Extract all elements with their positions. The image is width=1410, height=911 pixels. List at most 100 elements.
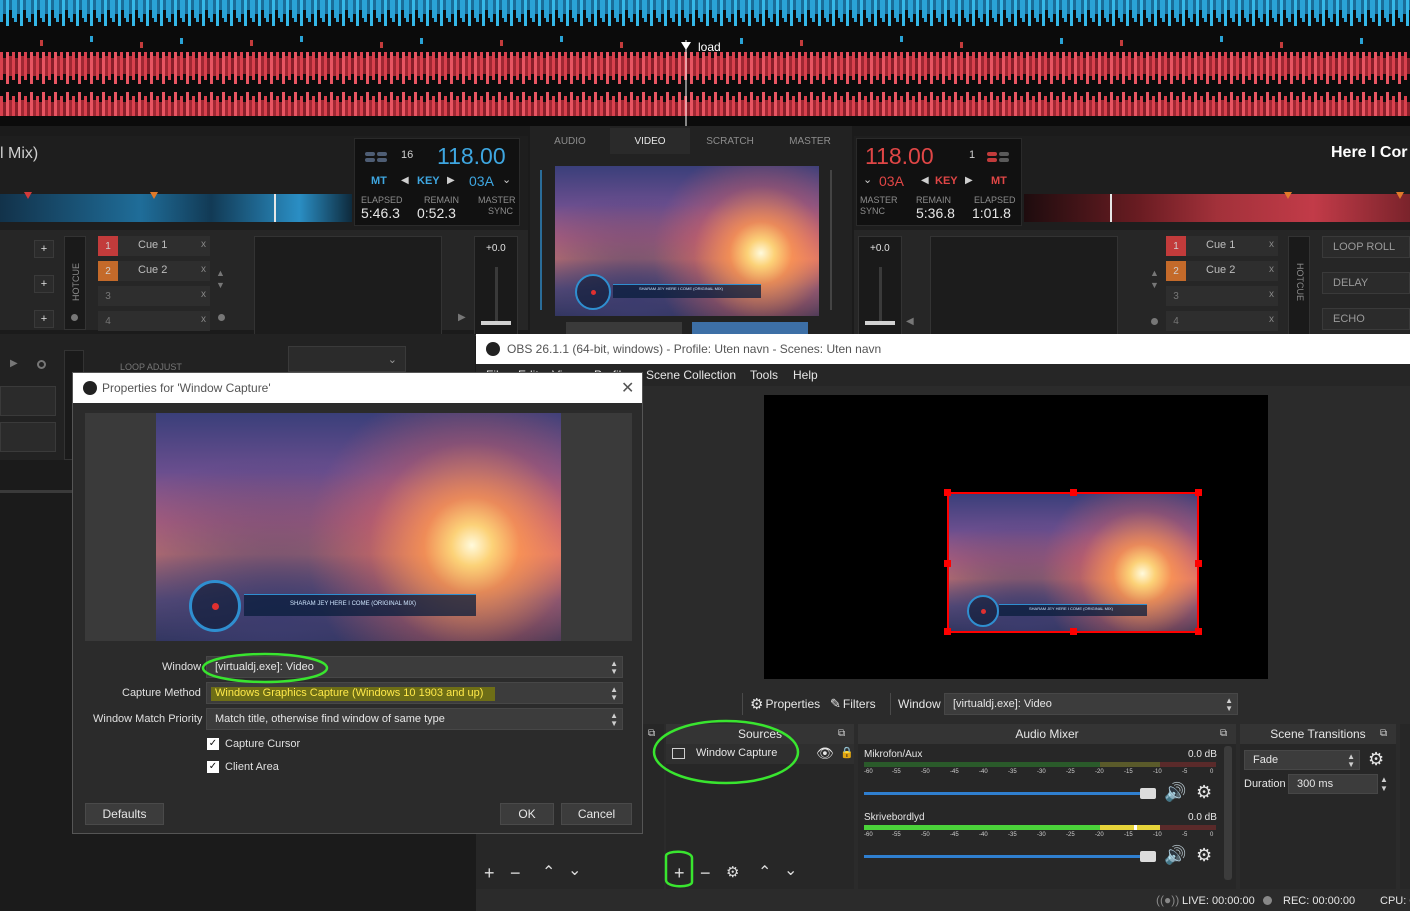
undock-icon[interactable]: ⧉ <box>1380 728 1387 739</box>
key-up-icon[interactable]: ▶ <box>447 175 455 186</box>
key-down-icon[interactable]: ◀ <box>401 175 409 186</box>
gear-icon[interactable]: ⚙ <box>726 864 739 882</box>
filters-button[interactable]: ✎ Filters <box>830 695 876 713</box>
window-select[interactable]: [virtualdj.exe]: Video ▲ ▼ <box>944 693 1238 715</box>
deck-left-mt[interactable]: MT <box>371 175 387 187</box>
resize-handle[interactable] <box>944 628 951 635</box>
speaker-icon[interactable]: 🔊 <box>1164 845 1186 866</box>
resize-handle[interactable] <box>1195 560 1202 567</box>
key-up-icon[interactable]: ▶ <box>965 175 973 186</box>
speaker-icon[interactable]: 🔊 <box>1164 782 1186 803</box>
cue-row[interactable]: 1 Cue 1 x <box>98 236 210 256</box>
selected-source-preview[interactable]: SHARAM JEY HERE I COME (ORIGINAL MIX) <box>944 489 1202 635</box>
defaults-button[interactable]: Defaults <box>85 803 164 825</box>
cue-row[interactable]: 2 Cue 2 x <box>98 261 210 281</box>
lock-icon[interactable]: 🔒 <box>840 746 854 759</box>
deck-right-mt[interactable]: MT <box>991 175 1007 187</box>
gear-icon[interactable]: ⚙ <box>1368 749 1384 770</box>
close-icon[interactable]: x <box>201 314 206 325</box>
plus-button[interactable]: + <box>34 310 54 328</box>
pitch-handle[interactable] <box>481 321 511 325</box>
gear-icon[interactable]: ⚙ <box>1196 845 1212 866</box>
video-control-button[interactable] <box>692 322 808 334</box>
menu-help[interactable]: Help <box>793 368 818 382</box>
mixer-scrollbar[interactable] <box>1224 746 1232 880</box>
master-label[interactable]: MASTER <box>478 195 516 205</box>
play-arrow-icon[interactable]: ▶ <box>10 358 18 369</box>
play-arrow-icon[interactable]: ◀ <box>906 316 914 327</box>
master-label[interactable]: MASTER <box>860 195 898 205</box>
cancel-button[interactable]: Cancel <box>561 803 632 825</box>
tab-scratch[interactable]: SCRATCH <box>690 128 770 154</box>
scroll-down-icon[interactable]: ▼ <box>1150 280 1159 290</box>
resize-handle[interactable] <box>1195 628 1202 635</box>
deck-left-mini-waveform[interactable] <box>0 192 352 222</box>
deck-left-key[interactable]: 03A <box>469 173 494 189</box>
deck-right-mini-waveform[interactable] <box>1024 192 1410 222</box>
tab-master[interactable]: MASTER <box>770 128 850 154</box>
close-icon[interactable]: x <box>1269 264 1274 275</box>
close-icon[interactable]: x <box>201 239 206 250</box>
eye-icon[interactable]: 👁 <box>816 745 834 762</box>
remove-icon[interactable]: − <box>510 864 521 882</box>
undock-icon[interactable]: ⧉ <box>838 728 845 739</box>
close-icon[interactable]: x <box>201 289 206 300</box>
pad-area[interactable] <box>930 236 1118 340</box>
sync-label[interactable]: SYNC <box>488 206 513 216</box>
dot-icon[interactable] <box>218 314 225 321</box>
cue-row[interactable]: 1 Cue 1 x <box>1166 236 1278 256</box>
move-down-icon[interactable]: ⌄ <box>784 862 797 880</box>
side-button[interactable] <box>0 386 56 416</box>
pitch-fader[interactable]: +0.0 <box>474 236 518 336</box>
deck-right-key-label[interactable]: KEY <box>935 175 958 187</box>
transition-select[interactable]: Fade ▲ ▼ <box>1244 750 1360 770</box>
resize-handle[interactable] <box>1070 628 1077 635</box>
volume-handle[interactable] <box>1140 788 1156 799</box>
deck-left-key-label[interactable]: KEY <box>417 175 440 187</box>
sync-icon[interactable] <box>365 151 391 162</box>
cue-row[interactable]: 3 x <box>1166 286 1278 306</box>
effect-button[interactable]: ECHO <box>1322 308 1410 330</box>
plus-button[interactable]: + <box>34 275 54 293</box>
chevron-updown-icon[interactable]: ▲ ▼ <box>1380 775 1388 793</box>
window-match-priority-select[interactable]: Match title, otherwise find window of sa… <box>206 708 623 730</box>
close-icon[interactable]: x <box>1269 314 1274 325</box>
play-arrow-icon[interactable]: ▶ <box>458 312 466 323</box>
plus-button[interactable]: + <box>34 240 54 258</box>
close-icon[interactable]: x <box>1269 239 1274 250</box>
sync-icon[interactable] <box>987 151 1013 162</box>
effect-button[interactable]: LOOP ROLL <box>1322 236 1410 258</box>
scroll-up-icon[interactable]: ▲ <box>216 268 225 278</box>
remove-icon[interactable]: − <box>700 864 711 882</box>
resize-handle[interactable] <box>944 489 951 496</box>
pitch-handle[interactable] <box>865 321 895 325</box>
deck-left-bpm[interactable]: 118.00 <box>437 143 506 170</box>
volume-slider[interactable] <box>864 787 1156 801</box>
deck-right-bpm[interactable]: 118.00 <box>865 143 934 170</box>
cue-row[interactable]: 4 x <box>1166 311 1278 331</box>
resize-handle[interactable] <box>1070 489 1077 496</box>
menu-scene-collection[interactable]: Scene Collection <box>646 368 736 382</box>
obs-preview-canvas[interactable]: SHARAM JEY HERE I COME (ORIGINAL MIX) <box>764 395 1268 679</box>
close-icon[interactable]: ✕ <box>621 378 634 398</box>
side-button[interactable] <box>0 422 56 452</box>
close-icon[interactable]: x <box>201 264 206 275</box>
video-control-button[interactable] <box>566 322 682 334</box>
loop-dropdown[interactable]: ⌄ <box>288 346 406 372</box>
video-preview[interactable]: SHARAM JEY HERE I COME (ORIGINAL MIX) <box>555 166 819 316</box>
duration-field[interactable]: 300 ms <box>1288 774 1378 794</box>
pad-area[interactable] <box>254 236 442 340</box>
gear-icon[interactable]: ⚙ <box>1196 782 1212 803</box>
cue-row[interactable]: 3 x <box>98 286 210 306</box>
properties-button[interactable]: ⚙ Properties <box>750 695 820 713</box>
undock-icon[interactable]: ⧉ <box>1220 728 1227 739</box>
volume-slider[interactable] <box>864 850 1156 864</box>
dot-icon[interactable] <box>71 314 78 321</box>
close-icon[interactable]: x <box>1269 289 1274 300</box>
capture-cursor-checkbox[interactable]: ✓ Capture Cursor <box>207 736 300 752</box>
volume-handle[interactable] <box>1140 851 1156 862</box>
tab-video[interactable]: VIDEO <box>610 128 690 154</box>
pitch-fader[interactable]: +0.0 <box>858 236 902 336</box>
menu-tools[interactable]: Tools <box>750 368 778 382</box>
sync-label[interactable]: SYNC <box>860 206 885 216</box>
